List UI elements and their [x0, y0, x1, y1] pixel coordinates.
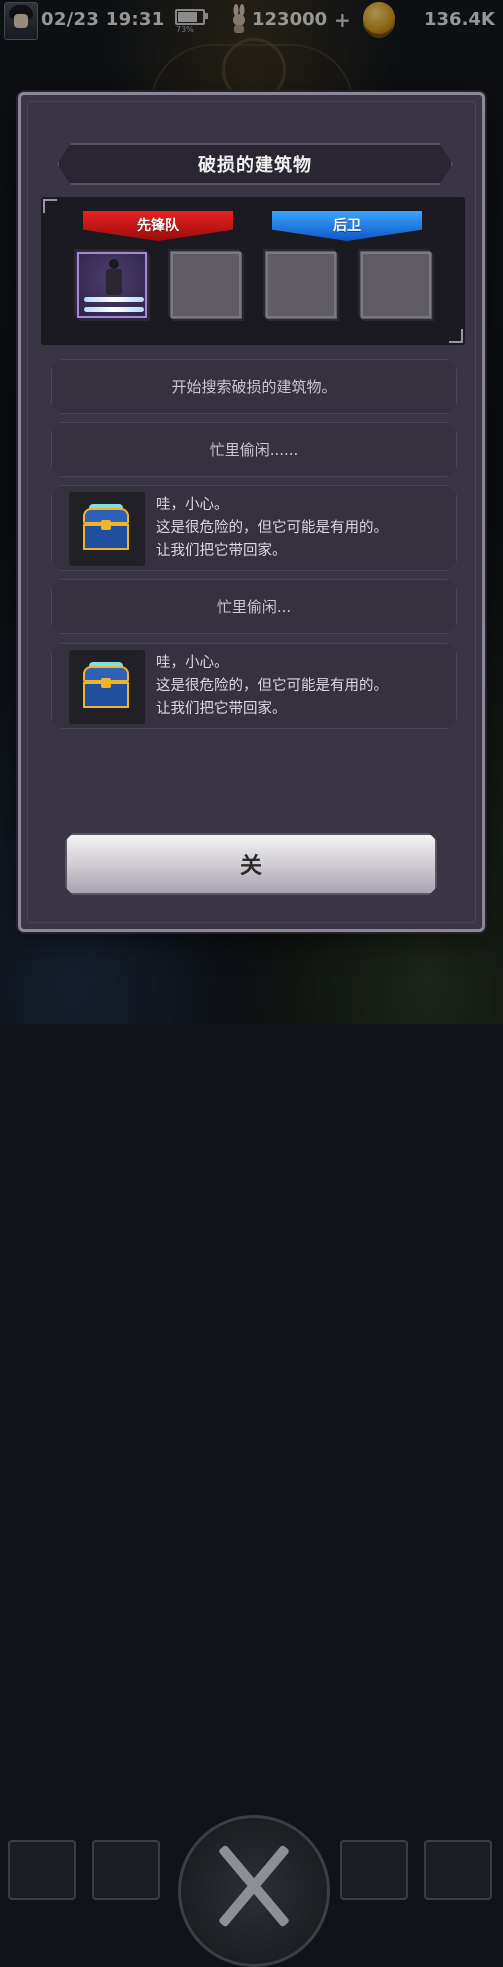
- log-entry-chest: 哇，小心。 这是很危险的，但它可能是有用的。 让我们把它带回家。: [51, 643, 457, 729]
- log-text: 开始搜索破损的建筑物。: [171, 378, 337, 396]
- rearguard-banner: 后卫: [272, 211, 422, 241]
- log-chest-text: 哇，小心。 这是很危险的，但它可能是有用的。 让我们把它带回家。: [156, 497, 388, 559]
- event-modal: 破损的建筑物 先锋队 后卫 开始搜索破损的建筑物。 忙里偷闲...... 哇，小…: [18, 92, 485, 932]
- nav-hammer-button[interactable]: [424, 1840, 492, 1900]
- vanguard-banner: 先锋队: [83, 211, 233, 241]
- hero-portrait-icon: [104, 259, 124, 297]
- treasure-chest-icon[interactable]: [69, 650, 145, 724]
- log-entry: 忙里偷闲...: [51, 579, 457, 634]
- hero-slot[interactable]: [74, 249, 150, 321]
- hero-hp-bar: [84, 297, 144, 302]
- hero-energy-bar: [84, 307, 144, 312]
- empty-team-slot[interactable]: [168, 249, 244, 321]
- log-text: 忙里偷闲......: [209, 441, 299, 459]
- nav-banner-button[interactable]: [340, 1840, 408, 1900]
- log-entry: 开始搜索破损的建筑物。: [51, 359, 457, 414]
- empty-team-slot[interactable]: [263, 249, 339, 321]
- nav-chest-button[interactable]: [8, 1840, 76, 1900]
- nav-shield-button[interactable]: [92, 1840, 160, 1900]
- log-entry-chest: 哇，小心。 这是很危险的，但它可能是有用的。 让我们把它带回家。: [51, 485, 457, 571]
- modal-title-bar: 破损的建筑物: [57, 143, 453, 185]
- empty-team-slot[interactable]: [358, 249, 434, 321]
- close-button[interactable]: 关: [65, 833, 437, 895]
- team-panel: 先锋队 后卫: [41, 197, 465, 345]
- log-chest-text: 哇，小心。 这是很危险的，但它可能是有用的。 让我们把它带回家。: [156, 655, 388, 717]
- log-text: 忙里偷闲...: [216, 598, 292, 616]
- modal-title: 破损的建筑物: [198, 155, 312, 176]
- log-entry: 忙里偷闲......: [51, 422, 457, 477]
- crossed-swords-icon[interactable]: [178, 1815, 330, 1967]
- vanguard-label: 先锋队: [137, 218, 179, 234]
- treasure-chest-icon[interactable]: [69, 492, 145, 566]
- rearguard-label: 后卫: [333, 218, 361, 234]
